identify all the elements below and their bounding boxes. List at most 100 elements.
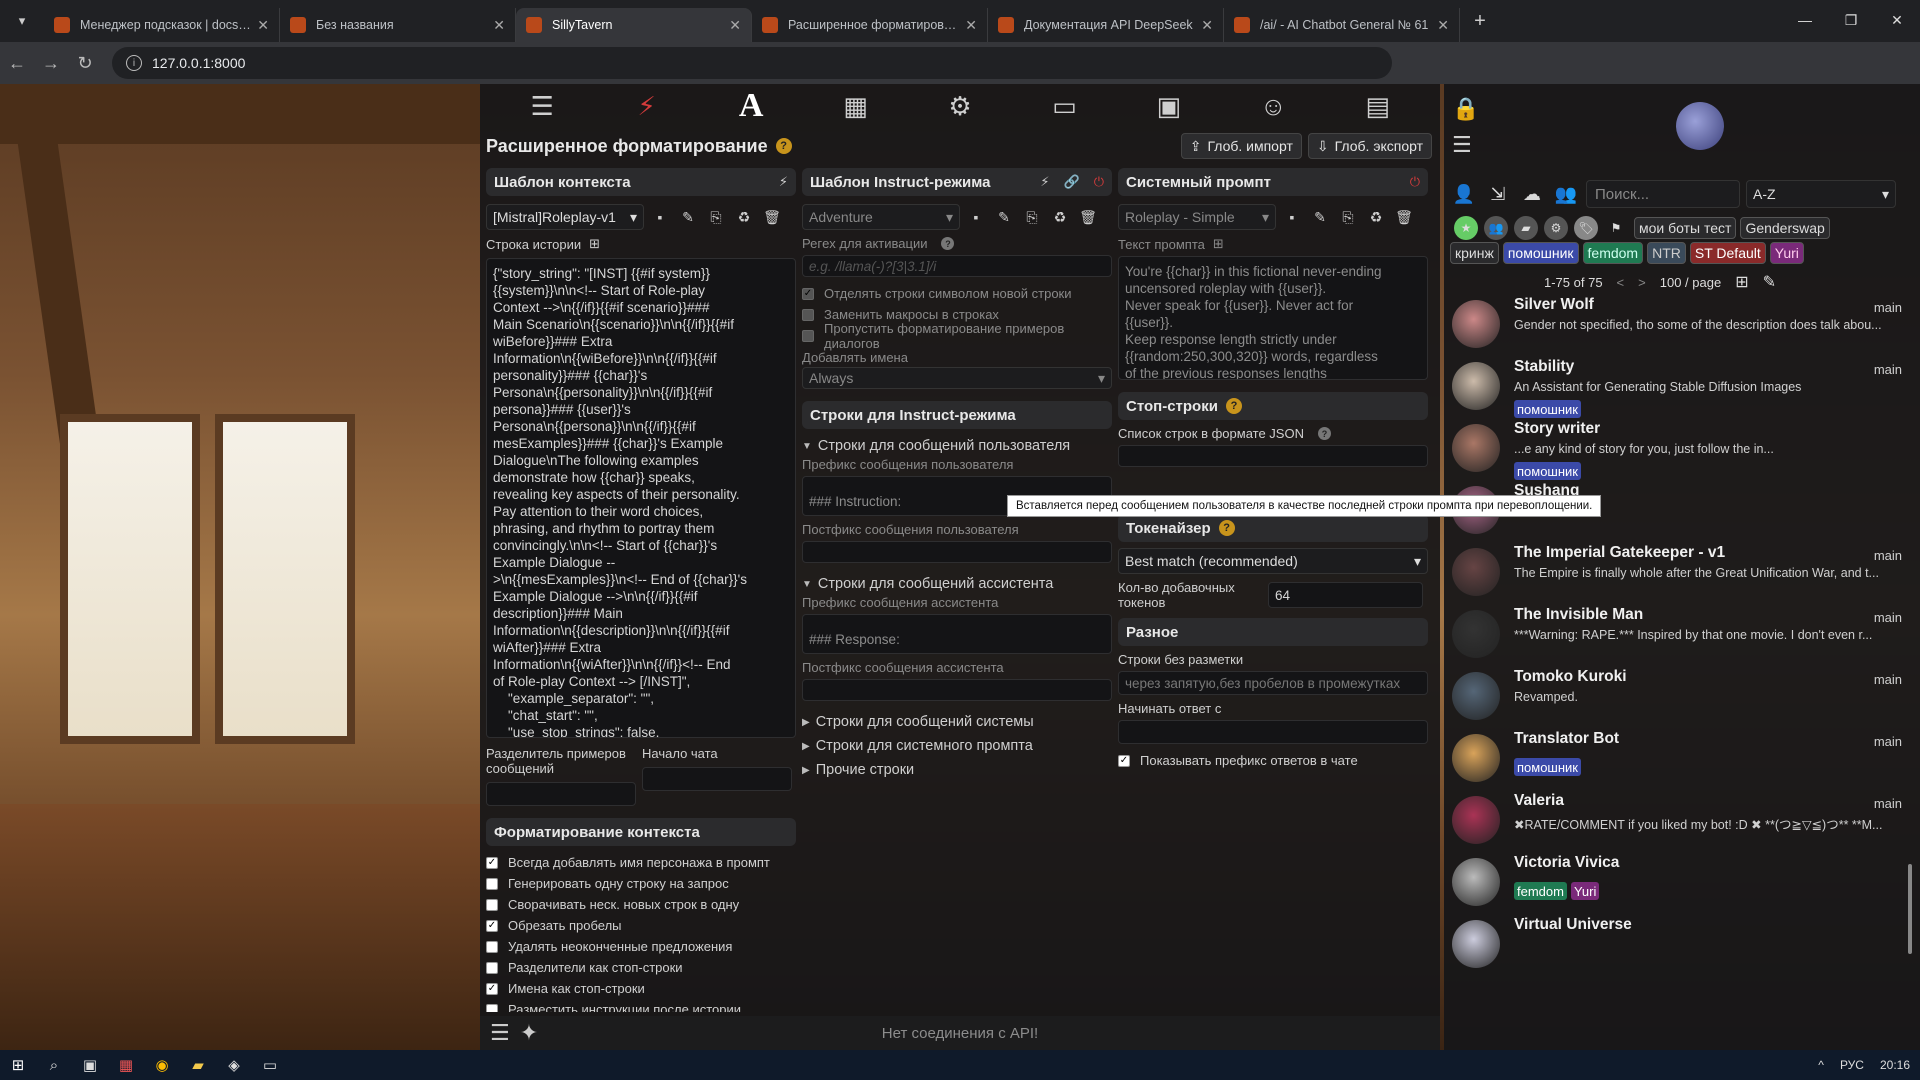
file-import-icon[interactable]: ⎘ — [1020, 205, 1044, 229]
save-icon[interactable]: ▪ — [1280, 205, 1304, 229]
character-card[interactable]: Virtual Universe — [1452, 914, 1902, 974]
browser-tab[interactable]: Менеджер подсказок | docs.Sil ✕ — [44, 8, 280, 42]
tag-filter[interactable]: ST Default — [1689, 242, 1766, 264]
forward-icon[interactable]: → — [34, 53, 68, 74]
activation-regex-input[interactable]: e.g. /llama(-)?[3|3.1]/i — [802, 255, 1112, 277]
close-tab-icon[interactable]: ✕ — [965, 17, 977, 34]
close-tab-icon[interactable]: ✕ — [257, 17, 269, 34]
next-page-icon[interactable]: > — [1638, 275, 1646, 290]
pencil-icon[interactable]: ✎ — [676, 205, 700, 229]
checkbox[interactable] — [486, 877, 498, 890]
group-filter-icon[interactable]: 👥 — [1484, 216, 1508, 240]
character-card[interactable]: Stability main An Assistant for Generating… — [1452, 356, 1902, 418]
checkbox[interactable]: ✓ — [486, 919, 498, 932]
checkbox-row[interactable]: ✓ Имена как стоп-строки — [486, 978, 796, 999]
bolt-icon[interactable]: ⚡ — [1040, 174, 1049, 190]
checkbox-row[interactable]: Разместить инструкции после истории — [486, 999, 796, 1012]
non-markdown-strings-input[interactable]: через запятую,без пробелов в промежутках — [1118, 671, 1428, 695]
image-icon[interactable]: ▭ — [1046, 90, 1082, 122]
explorer-folder-icon[interactable]: ▰ — [180, 1050, 216, 1080]
checkbox[interactable]: ✓ — [486, 982, 498, 995]
pencil-icon[interactable]: ✎ — [1308, 205, 1332, 229]
help-icon[interactable]: ? — [1218, 520, 1235, 536]
tags-icon[interactable]: 🏷 — [1574, 216, 1598, 240]
checkbox[interactable] — [802, 308, 814, 321]
file-import-icon[interactable]: ⎘ — [1336, 205, 1360, 229]
tag-filter[interactable]: мои боты тест — [1634, 217, 1737, 239]
new-tab-button[interactable]: + — [1466, 7, 1494, 35]
filter-icon[interactable]: ⚑ — [1604, 216, 1628, 240]
folder-icon[interactable]: ▰ — [1514, 216, 1538, 240]
reload-icon[interactable]: ↻ — [68, 53, 102, 74]
checkbox-row[interactable]: Сворачивать неск. новых строк в одну — [486, 894, 796, 915]
system-strings-toggle[interactable]: ▶ Строки для сообщений системы — [802, 711, 1112, 733]
checkbox-row[interactable]: Генерировать одну строку на запрос — [486, 873, 796, 894]
clock[interactable]: 20:16 — [1880, 1058, 1910, 1072]
checkbox-row[interactable]: Разделители как стоп-строки — [486, 957, 796, 978]
tray-chevron-icon[interactable]: ^ — [1818, 1058, 1824, 1072]
tab-search-icon[interactable]: ▾ — [8, 7, 36, 35]
recycle-icon[interactable]: ♻ — [732, 205, 756, 229]
tokenizer-select[interactable]: Best match (recommended) ▾ — [1118, 548, 1428, 574]
task-view-icon[interactable]: ▣ — [72, 1050, 108, 1080]
tag-filter[interactable]: Genderswap — [1740, 217, 1830, 239]
list-icon[interactable]: ☰ — [1452, 132, 1472, 158]
assistant-strings-toggle[interactable]: ▼ Строки для сообщений ассистента — [802, 573, 1112, 595]
gear-icon[interactable]: ⚙ — [1544, 216, 1568, 240]
book-icon[interactable]: ▦ — [838, 90, 874, 122]
user-strings-toggle[interactable]: ▼ Строки для сообщений пользователя — [802, 435, 1112, 457]
start-reply-input[interactable] — [1118, 720, 1428, 744]
group-icon[interactable]: 👥 — [1552, 181, 1580, 207]
terminal-icon[interactable]: ▭ — [252, 1050, 288, 1080]
checkbox-row[interactable]: Пропустить форматирование примеров диало… — [802, 321, 1112, 351]
stop-strings-input[interactable] — [1118, 445, 1428, 467]
checkbox[interactable] — [802, 329, 814, 342]
browser-tab[interactable]: /ai/ - AI Chatbot General № 61 ✕ — [1224, 8, 1460, 42]
context-preset-select[interactable]: [Mistral]Roleplay-v1 ▾ — [486, 204, 644, 230]
help-icon[interactable]: ? — [775, 138, 792, 154]
import-file-icon[interactable]: ⇲ — [1484, 181, 1512, 207]
close-tab-icon[interactable]: ✕ — [1201, 17, 1213, 34]
plug-icon[interactable]: ⚡ — [629, 90, 665, 122]
character-card[interactable]: Silver Wolf main Gender not specified, tho… — [1452, 294, 1902, 354]
add-character-icon[interactable]: 👤 — [1450, 181, 1478, 207]
global-export-button[interactable]: ⇩ Глоб. экспорт — [1307, 133, 1432, 159]
tag-filter[interactable]: femdom — [1582, 242, 1644, 264]
help-icon[interactable]: ? — [1317, 427, 1331, 440]
app-icon[interactable]: ◈ — [216, 1050, 252, 1080]
cubes-icon[interactable]: ▣ — [1151, 90, 1187, 122]
recycle-icon[interactable]: ♻ — [1364, 205, 1388, 229]
recycle-icon[interactable]: ♻ — [1048, 205, 1072, 229]
scrollbar[interactable] — [1908, 864, 1912, 954]
trash-icon[interactable]: 🗑 — [1076, 205, 1100, 229]
character-card[interactable]: Story writer ...e any kind of story for y… — [1452, 418, 1902, 480]
chrome-icon[interactable]: ◉ — [144, 1050, 180, 1080]
tag-filter[interactable]: помошник — [1502, 242, 1579, 264]
id-card-icon[interactable]: ▤ — [1360, 90, 1396, 122]
other-strings-toggle[interactable]: ▶ Прочие строки — [802, 759, 1112, 781]
power-icon[interactable]: ⏻ — [1410, 174, 1420, 190]
favorite-star-icon[interactable]: ★ — [1454, 216, 1478, 240]
expand-icon[interactable]: ⊞ — [589, 236, 600, 252]
trash-icon[interactable]: 🗑 — [760, 205, 784, 229]
tag-filter[interactable]: кринж — [1450, 242, 1499, 264]
checkbox[interactable]: ✓ — [802, 287, 814, 300]
save-icon[interactable]: ▪ — [648, 205, 672, 229]
browser-tab[interactable]: Документация API DeepSeek ✕ — [988, 8, 1224, 42]
bolt-icon[interactable]: ⚡ — [779, 174, 788, 190]
back-icon[interactable]: ← — [0, 53, 34, 74]
file-import-icon[interactable]: ⎘ — [704, 205, 728, 229]
story-string-textarea[interactable]: {"story_string": "[INST] {{#if system}} … — [486, 258, 796, 738]
expand-icon[interactable]: ⊞ — [1213, 236, 1224, 252]
sliders-icon[interactable]: ☰ — [524, 90, 560, 122]
link-icon[interactable]: 🔗 — [1064, 174, 1080, 190]
restore-icon[interactable]: ❐ — [1828, 0, 1874, 40]
persona-avatar[interactable] — [1676, 102, 1724, 150]
checkbox[interactable]: ✓ — [1118, 754, 1130, 767]
grid-view-icon[interactable]: ⊞ — [1735, 272, 1748, 292]
character-card[interactable]: Victoria Vivica femdom Yuri — [1452, 852, 1902, 912]
checkbox-row[interactable]: ✓ Всегда добавлять имя персонажа в промпт — [486, 852, 796, 873]
checkbox[interactable] — [486, 940, 498, 953]
close-tab-icon[interactable]: ✕ — [1437, 17, 1449, 34]
include-names-select[interactable]: Always ▾ — [802, 367, 1112, 389]
